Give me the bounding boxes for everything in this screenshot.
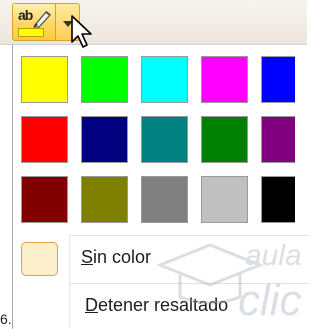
highlighter-pen-icon [33, 11, 51, 28]
color-swatch-blue[interactable] [261, 56, 295, 103]
color-swatch-teal[interactable] [141, 116, 188, 163]
highlight-color-dropdown-screenshot: ab Sin color Detener resaltado aula clic… [0, 0, 308, 329]
mouse-cursor-icon [71, 15, 92, 48]
color-swatch-dark-yellow[interactable] [81, 176, 128, 223]
no-color-preview-icon [21, 242, 58, 276]
color-swatch-dark-blue[interactable] [81, 116, 128, 163]
current-highlight-color-bar [18, 28, 44, 37]
color-swatch-pink[interactable] [201, 56, 248, 103]
text-highlight-color-button[interactable]: ab [12, 3, 56, 41]
watermark-text-bottom: clic [238, 276, 302, 325]
aulaclic-watermark-logo: aula clic [155, 239, 302, 325]
watermark-text-top: aula [245, 239, 302, 272]
color-swatch-red[interactable] [21, 116, 68, 163]
color-swatch-bright-green[interactable] [81, 56, 128, 103]
ribbon-toolbar: ab [0, 0, 307, 45]
color-swatch-turquoise[interactable] [141, 56, 188, 103]
color-swatch-green[interactable] [201, 116, 248, 163]
color-swatch-dark-red[interactable] [21, 176, 68, 223]
left-edge-text-fragment: 6. [0, 311, 12, 327]
no-color-label: Sin color [81, 247, 152, 267]
color-swatch-yellow[interactable] [21, 56, 68, 103]
color-swatch-violet[interactable] [261, 116, 295, 163]
